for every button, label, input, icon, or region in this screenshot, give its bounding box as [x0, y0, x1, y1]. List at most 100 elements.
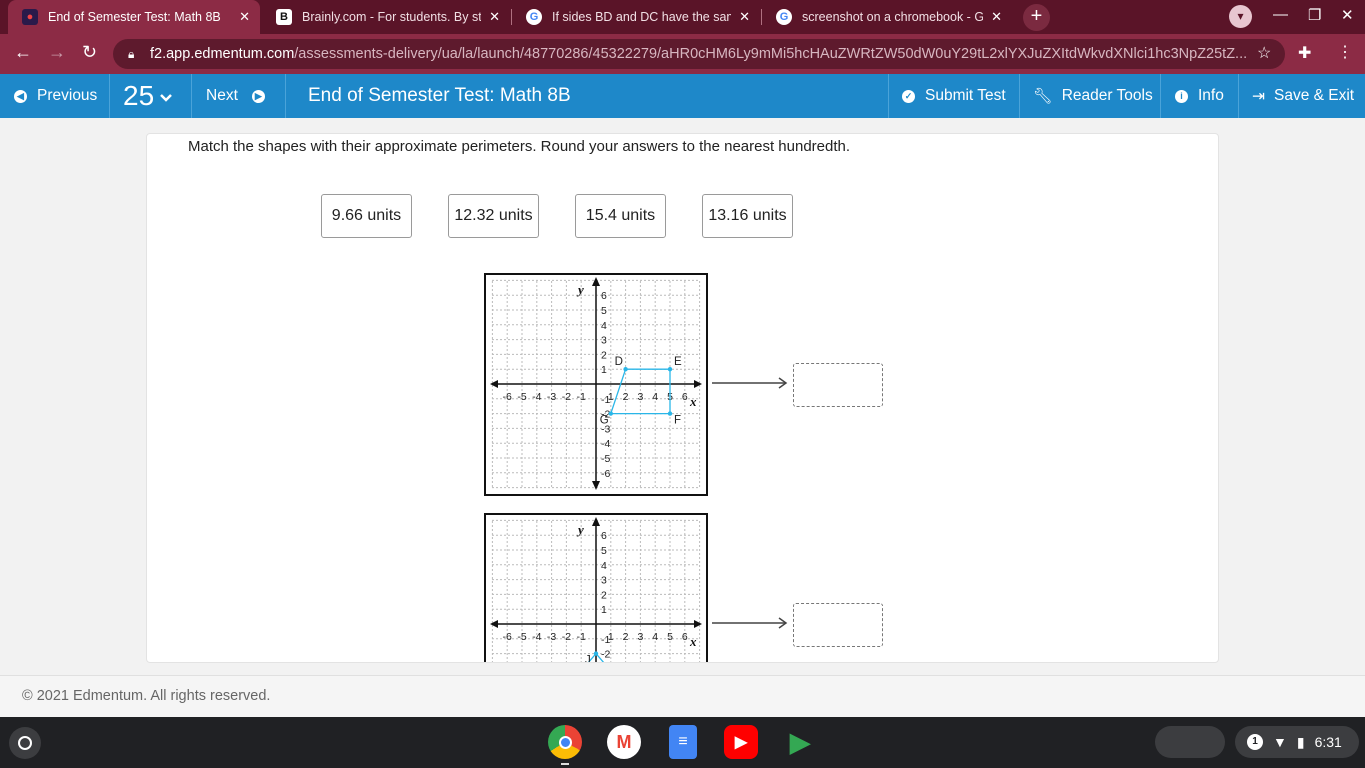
check-circle-icon: ✓ — [902, 89, 915, 103]
x-tick-label: 6 — [682, 391, 688, 403]
tab-title: screenshot on a chromebook - Google — [802, 10, 984, 24]
browser-tab-google-search[interactable]: G If sides BD and DC have the same ✕ — [512, 0, 760, 34]
url-input[interactable]: f2.app.edmentum.com/assessments-delivery… — [113, 39, 1285, 69]
vertex-point — [623, 367, 628, 372]
browser-tab-edmentum[interactable]: ● End of Semester Test: Math 8B ✕ — [8, 0, 260, 34]
google-icon: G — [776, 9, 792, 25]
answer-tile[interactable]: 9.66 units — [321, 194, 412, 238]
reader-tools-button[interactable]: 🔧︎ Reader Tools — [1033, 74, 1153, 118]
x-tick-label: 2 — [623, 631, 629, 643]
minimize-icon[interactable]: — — [1273, 6, 1288, 23]
docs-app-icon[interactable]: ≡ — [669, 725, 697, 759]
info-icon: i — [1175, 89, 1188, 103]
coordinate-graph-defg: -6 -5 -4 -3 -2 -1 1 2 3 4 5 6 6 5 4 3 2 1 -1 -2 -3 -4 -5 -6 y x D E… — [484, 273, 708, 496]
close-tab-icon[interactable]: ✕ — [991, 9, 1002, 25]
launcher-icon[interactable] — [9, 727, 41, 759]
restore-icon[interactable]: ❐ — [1308, 6, 1321, 24]
forward-arrow-icon[interactable]: → — [48, 42, 66, 63]
browser-tab-brainly[interactable]: B Brainly.com - For students. By student… — [262, 0, 510, 34]
gmail-app-icon[interactable]: M — [607, 725, 641, 759]
os-shelf: M ≡ ▶ ▶ 1 ▼ ▮ 6:31 — [0, 717, 1365, 768]
y-axis-down-arrowhead — [592, 481, 600, 490]
y-tick-label: -1 — [601, 634, 610, 646]
info-label: Info — [1198, 87, 1224, 104]
right-arrow-icon — [712, 377, 788, 389]
lock-icon[interactable]: 🔒︎ — [128, 47, 134, 62]
close-window-icon[interactable]: ✕ — [1341, 6, 1354, 24]
test-toolbar: ◀ Previous 25 Next ▶ End of Semester Tes… — [0, 74, 1365, 118]
reader-tools-label: Reader Tools — [1061, 87, 1153, 104]
browser-tab-google-screenshot[interactable]: G screenshot on a chromebook - Google ✕ — [762, 0, 1012, 34]
question-number-dropdown[interactable]: 25 — [123, 74, 173, 118]
x-tick-label: -1 — [577, 391, 586, 403]
y-tick-label: 4 — [601, 320, 607, 332]
info-button[interactable]: i Info — [1175, 74, 1224, 118]
bookmark-star-icon[interactable]: ☆ — [1257, 43, 1271, 63]
y-tick-label: -1 — [601, 394, 610, 406]
answer-tile[interactable]: 13.16 units — [702, 194, 793, 238]
x-tick-label: -4 — [532, 391, 541, 403]
x-tick-label: 5 — [667, 631, 673, 643]
y-tick-label: 5 — [601, 305, 607, 317]
vertex-label: J — [585, 655, 591, 663]
holding-space-icon[interactable] — [1155, 726, 1225, 758]
x-tick-label: 3 — [637, 391, 643, 403]
y-tick-label: 3 — [601, 335, 607, 347]
play-store-app-icon[interactable]: ▶ — [783, 725, 817, 759]
answer-tile[interactable]: 12.32 units — [448, 194, 539, 238]
reload-icon[interactable]: ↻ — [82, 42, 97, 63]
y-tick-label: 5 — [601, 545, 607, 557]
url-path: /assessments-delivery/ua/la/launch/48770… — [294, 46, 1248, 62]
close-tab-icon[interactable]: ✕ — [739, 9, 750, 25]
y-tick-label: -6 — [601, 468, 610, 480]
submit-label: Submit Test — [925, 87, 1006, 104]
x-axis-right-arrowhead — [694, 380, 702, 388]
close-tab-icon[interactable]: ✕ — [239, 9, 250, 25]
tab-title: If sides BD and DC have the same — [552, 10, 732, 24]
x-axis-left-arrowhead — [490, 380, 498, 388]
clock-time: 6:31 — [1314, 734, 1342, 750]
profile-chevron-icon[interactable]: ▾ — [1229, 5, 1252, 28]
notification-count: 1 — [1247, 734, 1263, 750]
submit-test-button[interactable]: ✓ Submit Test — [902, 74, 1006, 118]
x-tick-label: 2 — [623, 391, 629, 403]
back-arrow-icon[interactable]: ← — [14, 42, 32, 63]
y-tick-label: -2 — [601, 649, 610, 661]
y-tick-label: 4 — [601, 560, 607, 572]
right-arrow-icon — [712, 617, 788, 629]
previous-button[interactable]: ◀ Previous — [14, 74, 97, 118]
x-tick-label: -3 — [547, 391, 556, 403]
vertex-label: F — [674, 415, 681, 427]
vertex-label: G — [600, 415, 609, 427]
extensions-puzzle-icon[interactable]: ✚ — [1298, 43, 1311, 63]
browser-menu-icon[interactable]: ⋮ — [1337, 42, 1353, 62]
browser-tab-strip: ● End of Semester Test: Math 8B ✕ B Brai… — [0, 0, 1365, 34]
question-card: Match the shapes with their approximate … — [146, 133, 1219, 663]
vertex-point — [593, 651, 599, 656]
answer-tile[interactable]: 15.4 units — [575, 194, 666, 238]
new-tab-button[interactable]: + — [1023, 4, 1050, 31]
next-button[interactable]: Next ▶ — [206, 74, 265, 118]
copyright-text: © 2021 Edmentum. All rights reserved. — [22, 688, 271, 704]
x-tick-label: -1 — [577, 631, 586, 643]
y-axis-label: y — [576, 522, 584, 537]
x-tick-label: -2 — [562, 391, 571, 403]
previous-label: Previous — [37, 87, 98, 104]
status-tray[interactable]: 1 ▼ ▮ 6:31 — [1235, 726, 1359, 758]
wrench-icon: 🔧︎ — [1033, 87, 1053, 105]
vertex-label: D — [615, 356, 623, 368]
save-exit-button[interactable]: ⇥ Save & Exit — [1252, 74, 1354, 118]
x-tick-label: 4 — [652, 631, 658, 643]
x-axis-label: x — [689, 394, 697, 409]
y-axis-up-arrowhead — [592, 277, 600, 286]
youtube-app-icon[interactable]: ▶ — [724, 725, 758, 759]
page-footer: © 2021 Edmentum. All rights reserved. — [0, 675, 1365, 717]
chrome-app-icon[interactable] — [548, 725, 582, 759]
address-bar-row: ← → ↻ f2.app.edmentum.com/assessments-de… — [0, 34, 1365, 74]
vertex-point — [608, 411, 613, 416]
save-exit-label: Save & Exit — [1274, 87, 1355, 104]
close-tab-icon[interactable]: ✕ — [489, 9, 500, 25]
answer-drop-target[interactable] — [793, 603, 883, 647]
answer-drop-target[interactable] — [793, 363, 883, 407]
coordinate-plane-svg: -6 -5 -4 -3 -2 -1 1 2 3 4 5 6654321-1-2-3-4-5-6yxD E… — [490, 277, 702, 490]
